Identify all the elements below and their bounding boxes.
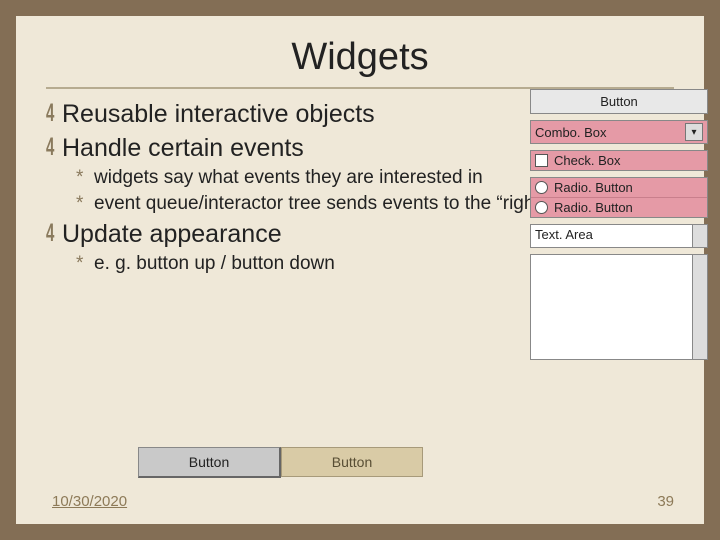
example-radio[interactable]: Radio. Button (531, 197, 707, 217)
content-area: 4Reusable interactive objects 4Handle ce… (16, 99, 704, 275)
slide: Widgets 4Reusable interactive objects 4H… (16, 16, 704, 524)
arrow-icon: 4 (46, 99, 58, 128)
radio-label: Radio. Button (554, 180, 633, 195)
textarea-label: Text. Area (535, 227, 593, 242)
sub-text: e. g. button up / button down (94, 253, 335, 274)
example-textarea[interactable]: Text. Area (530, 224, 708, 248)
combo-label: Combo. Box (535, 125, 607, 140)
sub-text: widgets say what events they are interes… (94, 167, 483, 188)
arrow-icon: 4 (46, 133, 58, 162)
star-icon: * (76, 253, 94, 275)
example-combobox[interactable]: Combo. Box ▾ (530, 120, 708, 144)
button-state-demo: Button Button (138, 447, 423, 478)
button-pressed[interactable]: Button (138, 447, 281, 478)
radio-icon[interactable] (535, 201, 548, 214)
chevron-down-icon[interactable]: ▾ (685, 123, 703, 141)
checkbox-icon[interactable] (535, 154, 548, 167)
checkbox-label: Check. Box (554, 153, 620, 168)
footer-date: 10/30/2020 (52, 493, 127, 510)
scrollbar[interactable] (692, 255, 707, 359)
bullet-text: Update appearance (62, 220, 282, 248)
example-radio[interactable]: Radio. Button (531, 178, 707, 197)
bullet-text: Handle certain events (62, 134, 304, 162)
arrow-icon: 4 (46, 219, 58, 248)
example-list[interactable] (530, 254, 708, 360)
button-label: Button (189, 454, 229, 470)
widget-gallery: Button Combo. Box ▾ Check. Box Radio. But… (530, 89, 708, 360)
example-button[interactable]: Button (530, 89, 708, 114)
star-icon: * (76, 167, 94, 189)
button-label: Button (600, 94, 638, 109)
footer-page-number: 39 (657, 493, 674, 510)
radio-label: Radio. Button (554, 200, 633, 215)
button-label: Button (332, 454, 372, 470)
scrollbar[interactable] (692, 225, 707, 247)
star-icon: * (76, 193, 94, 215)
bullet-text: Reusable interactive objects (62, 100, 375, 128)
example-checkbox[interactable]: Check. Box (530, 150, 708, 171)
example-radio-group: Radio. Button Radio. Button (530, 177, 708, 218)
slide-footer: 10/30/2020 39 (52, 493, 674, 510)
radio-icon[interactable] (535, 181, 548, 194)
button-unpressed[interactable]: Button (281, 447, 423, 477)
slide-title: Widgets (16, 36, 704, 79)
